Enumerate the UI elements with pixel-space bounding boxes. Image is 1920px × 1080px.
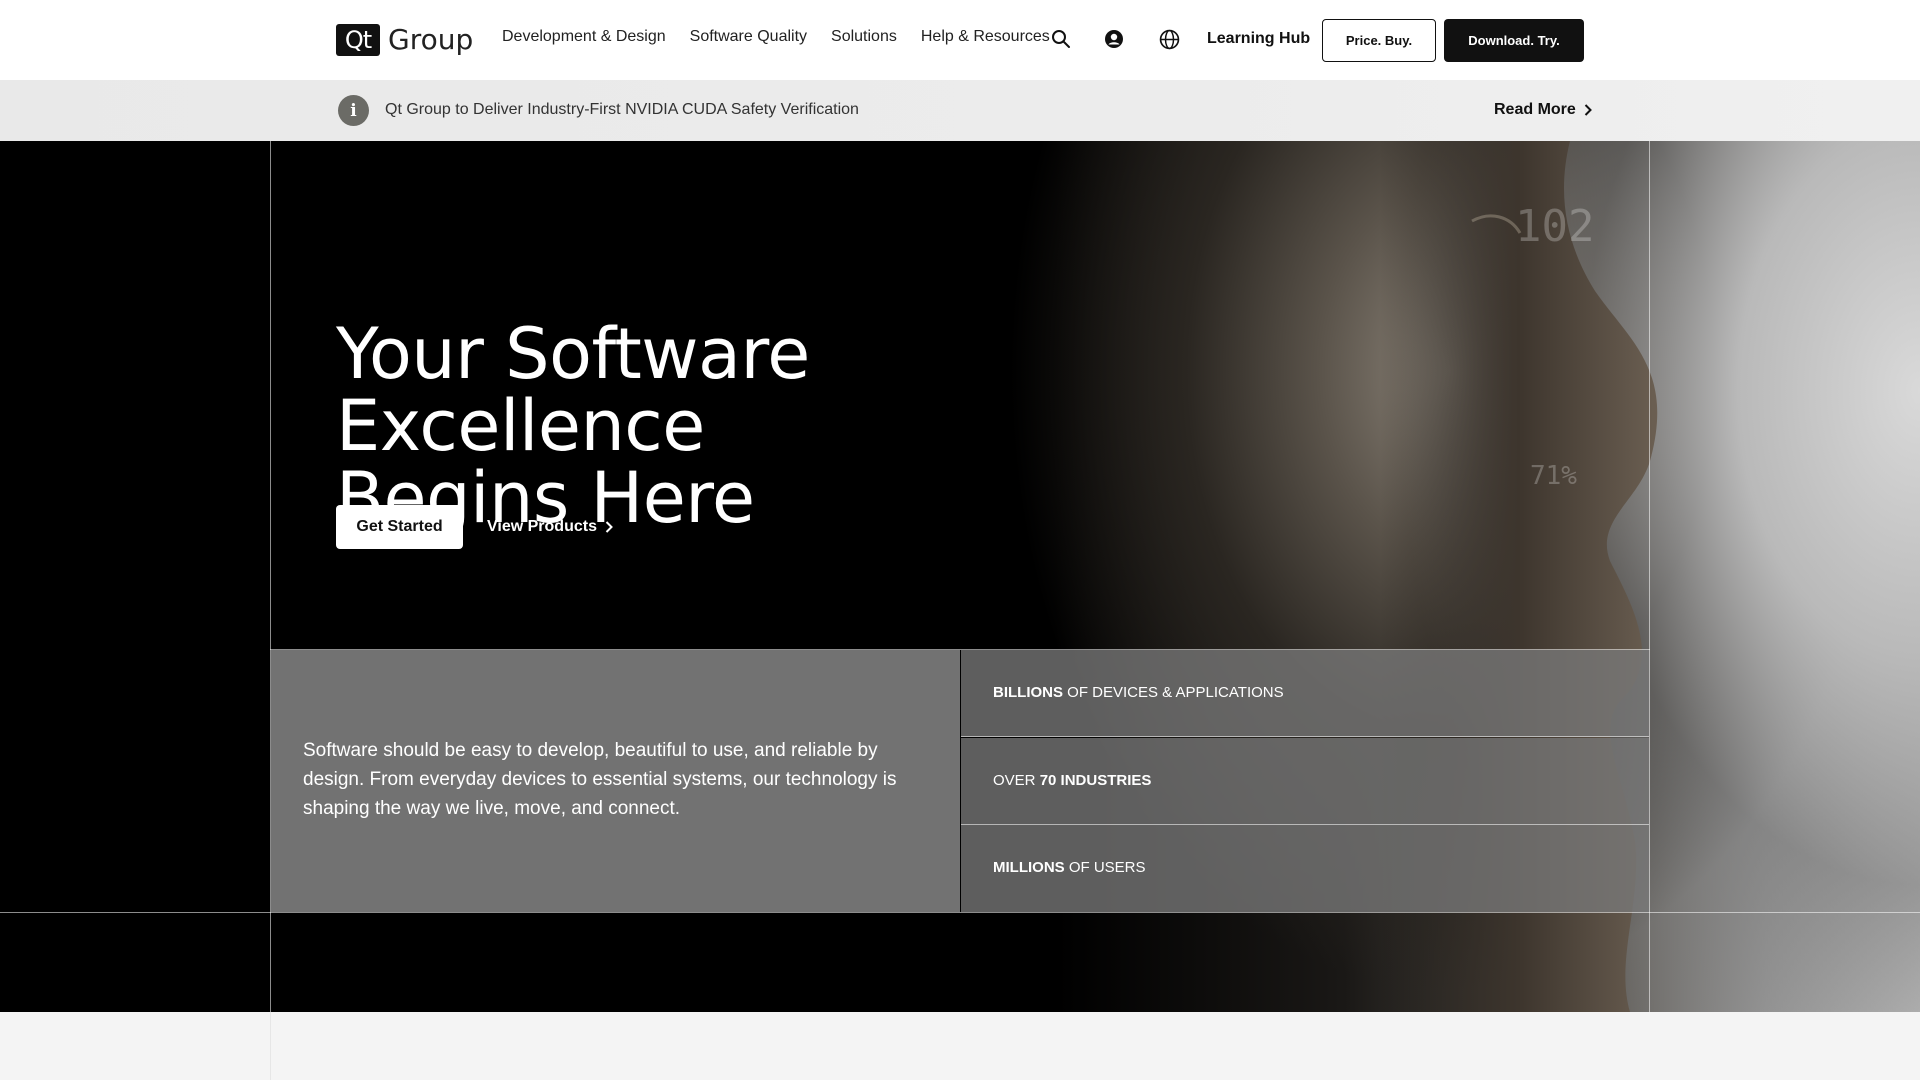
stat-industries-text: OVER 70 INDUSTRIES [993,772,1151,789]
stat-devices-text: BILLIONS OF DEVICES & APPLICATIONS [993,684,1284,701]
chevron-right-icon [1584,104,1592,116]
grid-line [270,1012,271,1080]
stat-rest: OF USERS [1064,859,1146,876]
logo-wordmark: Group [388,23,474,56]
site-header: Qt Group Development & Design Software Q… [0,0,1920,80]
price-buy-button[interactable]: Price. Buy. [1322,19,1436,62]
stat-users: MILLIONS OF USERS [961,825,1649,912]
learning-hub-link[interactable]: Learning Hub [1207,30,1310,48]
main-nav: Development & Design Software Quality So… [502,28,1050,46]
view-products-label: View Products [487,518,597,535]
qt-logo-badge: Qt [336,23,380,56]
qt-group-logo[interactable]: Qt Group [336,23,473,56]
description-text: Software should be easy to develop, beau… [303,740,897,819]
stat-bold: BILLIONS [993,684,1063,701]
globe-icon[interactable] [1158,28,1180,50]
grid-line [0,912,1920,913]
nav-solutions[interactable]: Solutions [831,28,897,46]
hud-percent: 71% [1530,461,1577,491]
next-section [0,1012,1920,1080]
nav-software-quality[interactable]: Software Quality [690,28,807,46]
nav-help-resources[interactable]: Help & Resources [921,28,1050,46]
stat-rest: OF DEVICES & APPLICATIONS [1063,684,1284,701]
view-products-link[interactable]: View Products [487,518,613,536]
stat-devices: BILLIONS OF DEVICES & APPLICATIONS [961,650,1649,737]
announcement-bar: i Qt Group to Deliver Industry-First NVI… [0,80,1920,141]
user-icon[interactable] [1103,28,1125,50]
grid-line [1649,141,1650,1012]
hud-number: 102 [1515,201,1595,252]
stat-industries: OVER 70 INDUSTRIES [961,738,1649,825]
stat-bold: 70 INDUSTRIES [1039,772,1152,789]
hero-title: Your Software Excellence Begins Here [336,318,1156,534]
stat-bold: MILLIONS [993,859,1065,876]
search-icon[interactable] [1050,28,1072,50]
stat-users-text: MILLIONS OF USERS [993,859,1146,876]
grid-line [270,141,271,1080]
chevron-right-icon [605,521,613,533]
download-try-button[interactable]: Download. Try. [1444,19,1584,62]
get-started-button[interactable]: Get Started [336,505,463,549]
nav-development-design[interactable]: Development & Design [502,28,666,46]
read-more-link[interactable]: Read More [1494,101,1592,119]
read-more-label: Read More [1494,101,1576,118]
info-icon: i [338,95,369,126]
hero-title-line1: Your Software Excellence [336,313,810,467]
announcement-text[interactable]: Qt Group to Deliver Industry-First NVIDI… [385,101,859,119]
stat-lead: OVER [993,772,1040,789]
description-panel: Software should be easy to develop, beau… [271,650,960,912]
